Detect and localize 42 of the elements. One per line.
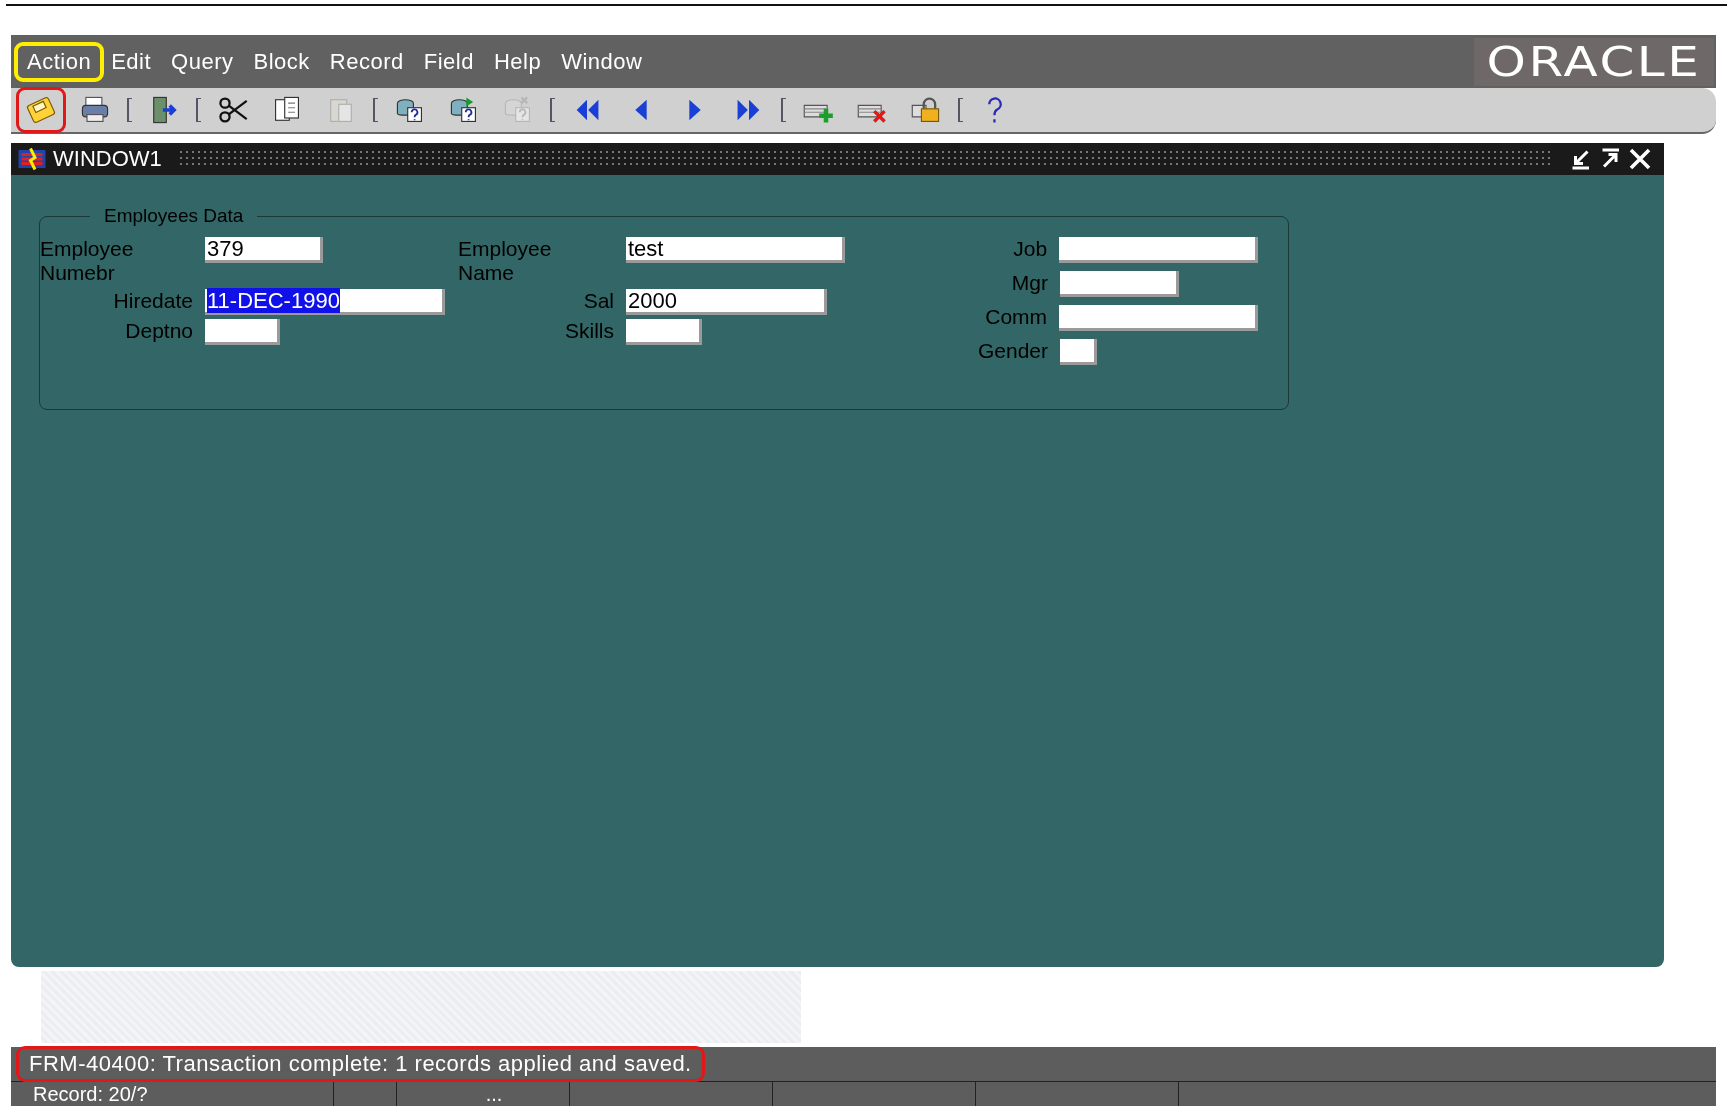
- field-label: Skills: [564, 319, 614, 343]
- window-title: WINDOW1: [53, 146, 162, 172]
- menu-item[interactable]: Query: [161, 44, 244, 79]
- field-label: Deptno: [124, 319, 193, 343]
- field-label: Sal: [582, 289, 614, 313]
- toolbar-separator: [127, 98, 132, 122]
- menu-item[interactable]: Field: [413, 44, 484, 79]
- input-field[interactable]: [1059, 305, 1258, 331]
- field-label: Gender: [976, 339, 1048, 363]
- field-label: Mgr: [1010, 271, 1048, 295]
- menu-item[interactable]: Action: [17, 44, 102, 79]
- menu-item[interactable]: Block: [243, 44, 320, 79]
- input-field[interactable]: [626, 319, 702, 345]
- close-icon[interactable]: [1628, 147, 1652, 171]
- toolbar-separator: [373, 98, 378, 122]
- menu-item[interactable]: Help: [483, 44, 552, 79]
- field-label: Job: [1012, 237, 1048, 261]
- status-message: FRM-40400: Transaction complete: 1 records applied and saved.: [19, 1049, 702, 1079]
- oracle-logo: ORACLE: [1474, 37, 1714, 86]
- field-label: Comm: [984, 305, 1048, 329]
- input-field[interactable]: 2000: [626, 289, 827, 315]
- input-field[interactable]: [205, 319, 280, 345]
- field-label: Employee Numebr: [40, 237, 135, 285]
- field-label: Employee Name: [458, 237, 553, 285]
- toolbar-separator: [958, 98, 963, 122]
- status-cell: Record: 20/?: [11, 1082, 334, 1106]
- input-field[interactable]: 11-DEC-1990: [205, 289, 445, 315]
- frame-title: Employees Data: [103, 205, 245, 227]
- toolbar-separator: [781, 98, 786, 122]
- input-field[interactable]: test: [626, 237, 845, 263]
- toolbar-separator: [550, 98, 555, 122]
- input-field[interactable]: 379: [205, 237, 323, 263]
- menu-item[interactable]: Record: [319, 44, 414, 79]
- status-cell: ...: [397, 1082, 570, 1106]
- field-label: Hiredate: [112, 289, 193, 313]
- input-field[interactable]: [1060, 339, 1097, 365]
- window-icon: [17, 147, 47, 171]
- toolbar-separator: [196, 98, 201, 122]
- input-field[interactable]: [1059, 237, 1258, 263]
- menu-item[interactable]: Edit: [101, 44, 162, 79]
- input-field[interactable]: [1060, 271, 1179, 297]
- menu-item[interactable]: Window: [551, 44, 653, 79]
